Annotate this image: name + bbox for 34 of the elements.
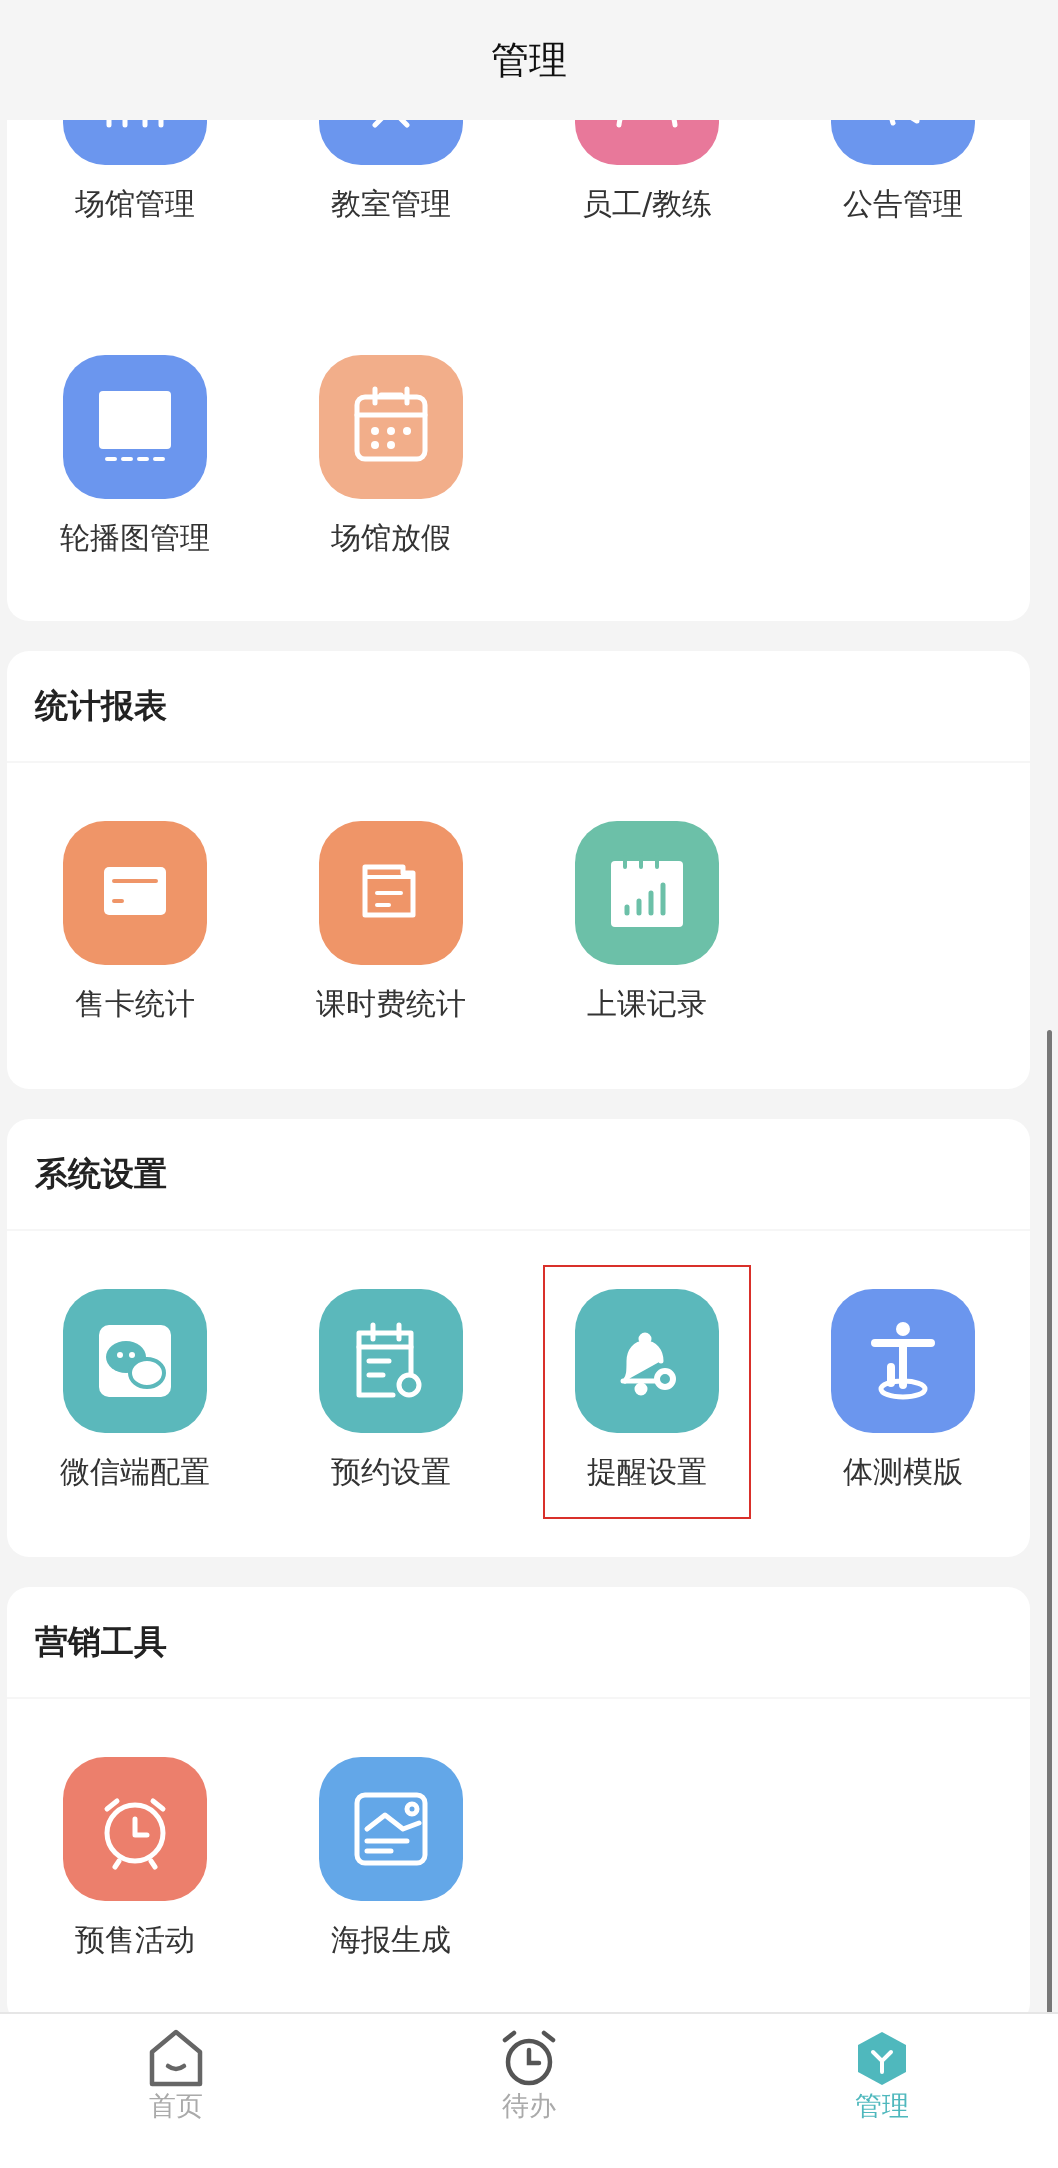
tile-label: 上课记录 [587, 985, 707, 1023]
menu-tile[interactable]: 场馆放假 [287, 331, 495, 581]
menu-tile[interactable]: 教室管理 [287, 120, 495, 247]
menu-tile[interactable]: 课时费统计 [287, 797, 495, 1051]
page-title: 管理 [491, 36, 567, 84]
menu-tile[interactable]: 员工/教练 [543, 120, 751, 247]
tile-label: 预售活动 [75, 1921, 195, 1959]
section-title: 营销工具 [35, 1620, 167, 1663]
tile-label: 体测模版 [843, 1453, 963, 1491]
tile-label: 员工/教练 [581, 185, 713, 223]
tile-label: 课时费统计 [316, 985, 466, 1023]
tile-label: 售卡统计 [75, 985, 195, 1023]
menu-tile[interactable]: 海报生成 [287, 1733, 495, 1987]
menu-tile[interactable]: 售卡统计 [31, 797, 239, 1051]
menu-tile[interactable]: 预售活动 [31, 1733, 239, 1987]
tile-label: 场馆管理 [75, 185, 195, 223]
menu-tile[interactable]: 预约设置 [287, 1265, 495, 1519]
tile-label: 轮播图管理 [60, 519, 210, 557]
menu-tile[interactable]: 上课记录 [543, 797, 751, 1051]
menu-tile[interactable]: 场馆管理 [31, 120, 239, 247]
menu-tile[interactable]: 公告管理 [799, 120, 1007, 247]
tile-label: 教室管理 [331, 185, 451, 223]
menu-tile[interactable]: 体测模版 [799, 1265, 1007, 1519]
menu-tile[interactable]: 微信端配置 [31, 1265, 239, 1519]
tile-label: 提醒设置 [587, 1453, 707, 1491]
menu-tile[interactable]: 轮播图管理 [31, 331, 239, 581]
section-title: 系统设置 [35, 1152, 167, 1195]
tile-label: 预约设置 [331, 1453, 451, 1491]
tile-label: 海报生成 [331, 1921, 451, 1959]
tile-label: 微信端配置 [60, 1453, 210, 1491]
tile-label: 场馆放假 [331, 519, 451, 557]
tile-label: 公告管理 [843, 185, 963, 223]
menu-tile[interactable]: 提醒设置 [543, 1265, 751, 1519]
section-title: 统计报表 [35, 684, 167, 727]
